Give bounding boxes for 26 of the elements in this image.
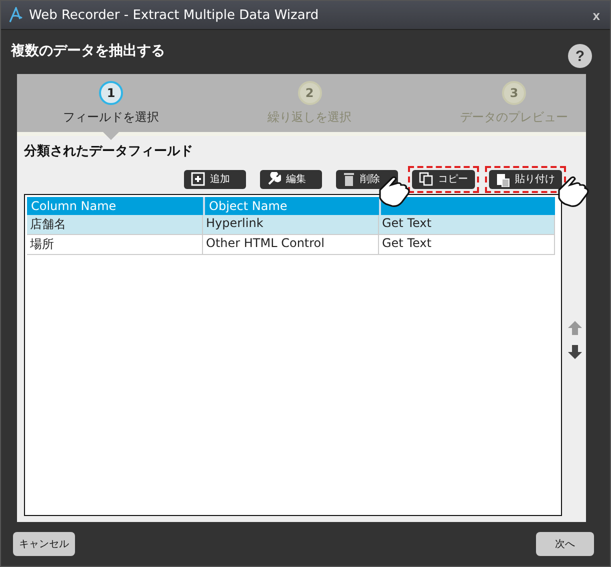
plus-icon xyxy=(191,172,205,186)
wrench-icon xyxy=(267,172,281,186)
section-title: 分類されたデータフィールド xyxy=(24,143,194,161)
wizard-heading: 複数のデータを抽出する xyxy=(11,42,165,60)
window-title: Web Recorder - Extract Multiple Data Wizard xyxy=(29,8,320,22)
copy-icon xyxy=(419,172,433,186)
clipboard-icon xyxy=(496,172,510,186)
logo-icon xyxy=(9,7,23,23)
next-button[interactable]: 次へ xyxy=(536,532,594,556)
table-cell: 店舗名 xyxy=(27,215,203,234)
cancel-button[interactable]: キャンセル xyxy=(13,532,75,556)
table-row[interactable]: 店舗名 Hyperlink Get Text xyxy=(27,215,555,235)
down-arrow-icon[interactable] xyxy=(568,345,582,359)
paste-button[interactable]: 貼り付け xyxy=(489,170,562,188)
trash-icon xyxy=(343,172,355,186)
table-cell: Get Text xyxy=(379,235,555,254)
table-row[interactable]: 場所 Other HTML Control Get Text xyxy=(27,235,555,255)
table-cell: Hyperlink xyxy=(203,215,379,234)
add-button[interactable]: 追加 xyxy=(184,170,246,188)
help-button[interactable]: ? xyxy=(568,44,592,68)
table-cell: Other HTML Control xyxy=(203,235,379,254)
copy-button[interactable]: コピー xyxy=(412,170,475,188)
table-cell: 場所 xyxy=(27,235,203,254)
close-button[interactable]: x xyxy=(590,8,602,22)
edit-button[interactable]: 編集 xyxy=(260,170,322,188)
table-cell: Get Text xyxy=(379,215,555,234)
